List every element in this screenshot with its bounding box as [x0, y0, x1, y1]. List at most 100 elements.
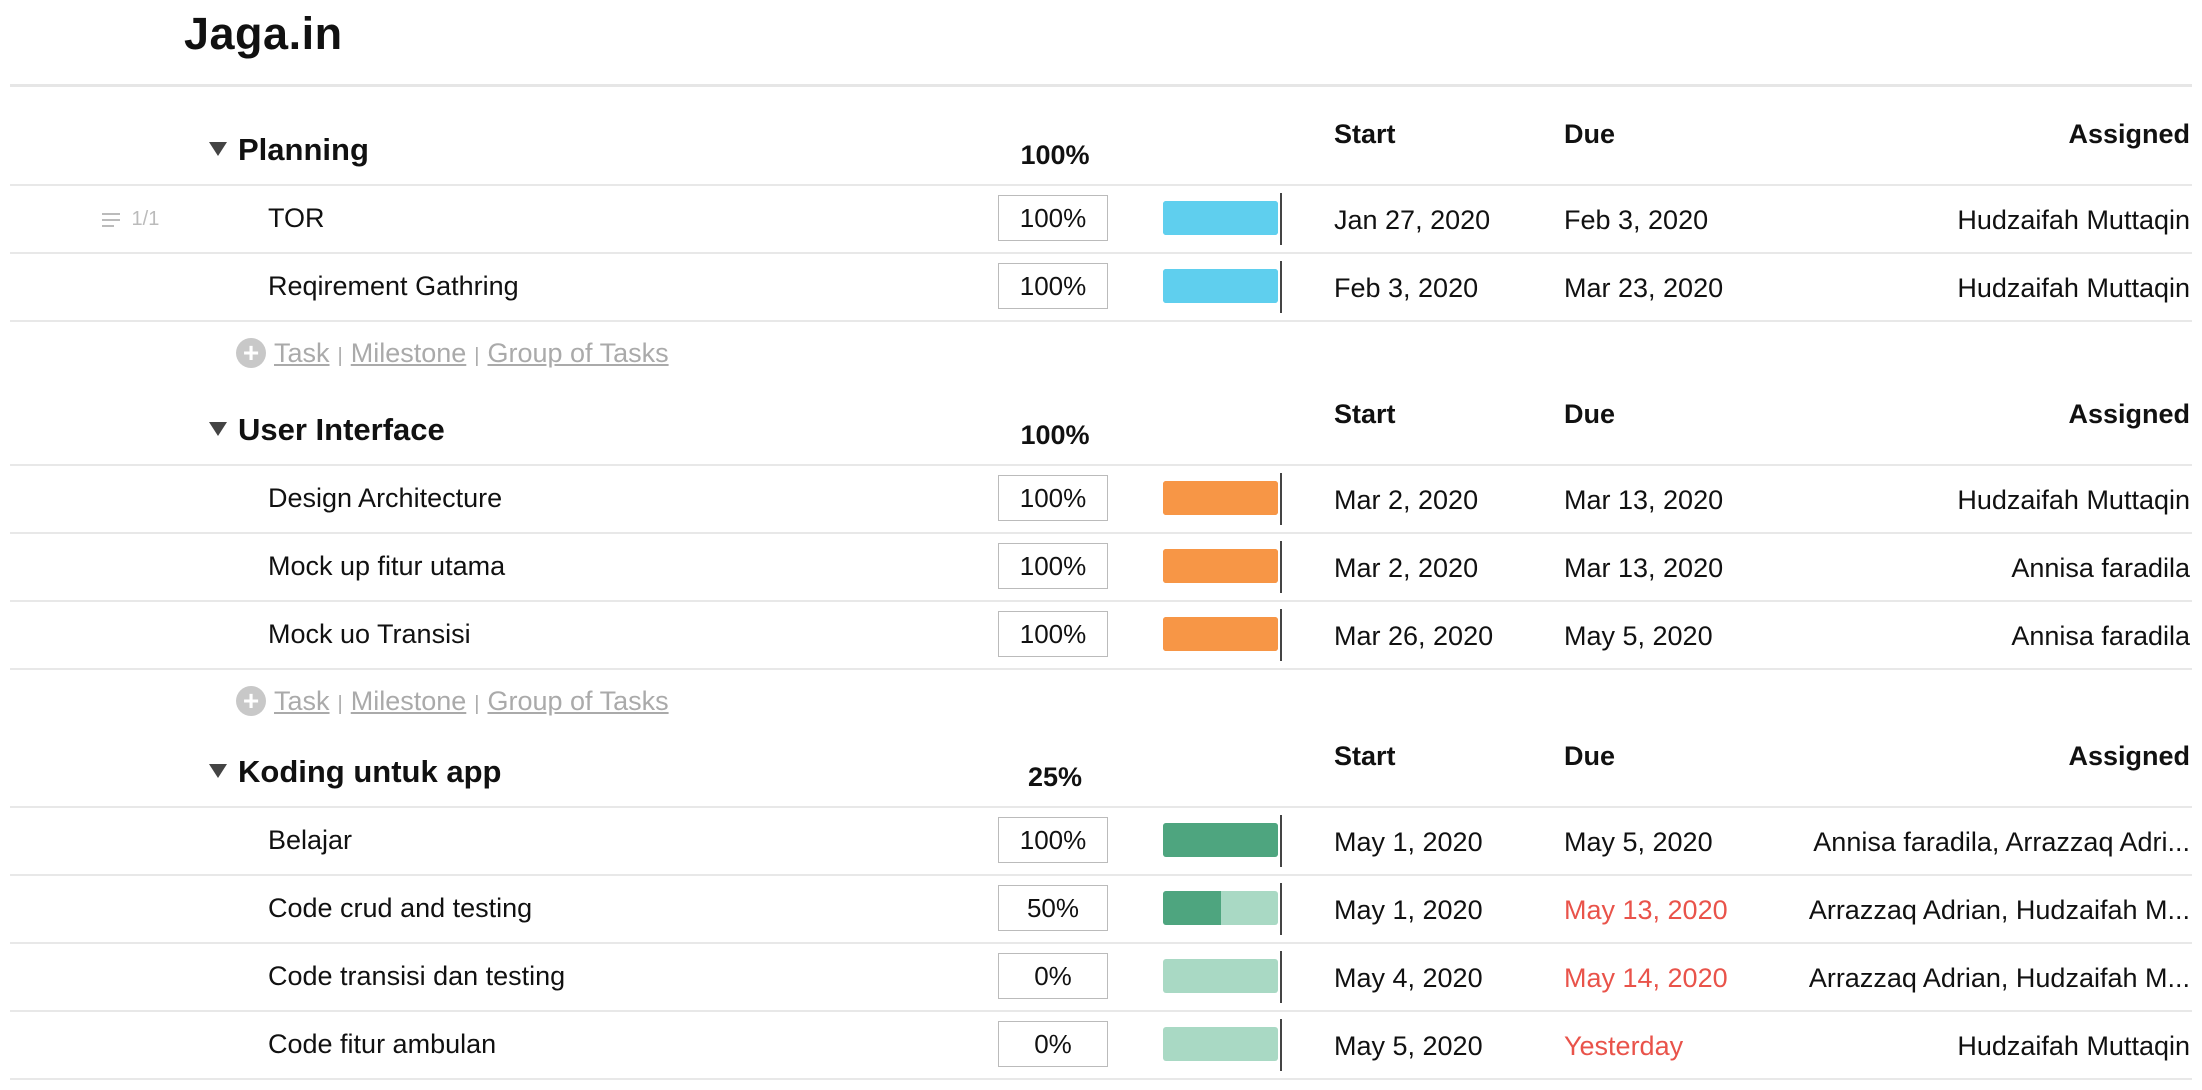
progress-bar: [1163, 481, 1278, 515]
column-header-start: Start: [1334, 741, 1396, 771]
task-row[interactable]: Design Architecture 100% Mar 2, 2020 Mar 13…: [10, 464, 2192, 532]
due-date[interactable]: May 5, 2020: [1564, 621, 1713, 652]
due-date[interactable]: Mar 13, 2020: [1564, 485, 1723, 516]
column-header-assigned: Assigned: [2068, 119, 2190, 149]
task-name[interactable]: Code fitur ambulan: [268, 1029, 496, 1060]
task-row[interactable]: Reqirement Gathring 100% Feb 3, 2020 Mar 23…: [10, 252, 2192, 322]
task-name[interactable]: Mock uo Transisi: [268, 619, 471, 650]
due-date[interactable]: May 5, 2020: [1564, 827, 1713, 858]
separator: |: [337, 693, 343, 715]
group-percent: 100%: [1020, 140, 1090, 170]
assignee[interactable]: Annisa faradila: [2011, 553, 2190, 584]
task-name[interactable]: Design Architecture: [268, 483, 502, 514]
add-task-link[interactable]: Task: [274, 338, 330, 368]
group-name[interactable]: Koding untuk app: [238, 754, 501, 790]
today-marker: [1280, 951, 1282, 1003]
progress-bar: [1163, 269, 1278, 303]
task-name[interactable]: Belajar: [268, 825, 352, 856]
task-row[interactable]: Code transisi dan testing 0% May 4, 2020 Ma…: [10, 942, 2192, 1010]
progress-bar: [1163, 891, 1278, 925]
assignee[interactable]: Hudzaifah Muttaqin: [1957, 205, 2190, 236]
task-name[interactable]: TOR: [268, 203, 325, 234]
start-date[interactable]: May 4, 2020: [1334, 963, 1483, 994]
percent-input[interactable]: 100%: [998, 543, 1108, 589]
assignee[interactable]: Arrazzaq Adrian, Hudzaifah M...: [1809, 895, 2190, 926]
start-date[interactable]: Mar 2, 2020: [1334, 553, 1478, 584]
add-group-link[interactable]: Group of Tasks: [488, 686, 669, 716]
today-marker: [1280, 541, 1282, 593]
start-date[interactable]: May 1, 2020: [1334, 895, 1483, 926]
today-marker: [1280, 883, 1282, 935]
group-name[interactable]: Planning: [238, 132, 369, 168]
collapse-caret-icon[interactable]: [209, 422, 227, 436]
title-divider: [10, 84, 2192, 87]
assignee[interactable]: Annisa faradila: [2011, 621, 2190, 652]
group-percent: 100%: [1020, 420, 1090, 450]
due-date[interactable]: Mar 13, 2020: [1564, 553, 1723, 584]
start-date[interactable]: Mar 26, 2020: [1334, 621, 1493, 652]
start-date[interactable]: Feb 3, 2020: [1334, 273, 1478, 304]
app-title: Jaga.in: [184, 8, 343, 59]
today-marker: [1280, 609, 1282, 661]
assignee[interactable]: Hudzaifah Muttaqin: [1957, 273, 2190, 304]
progress-bar: [1163, 823, 1278, 857]
percent-input[interactable]: 100%: [998, 263, 1108, 309]
task-row[interactable]: Mock up fitur utama 100% Mar 2, 2020 Mar 13…: [10, 532, 2192, 600]
task-name[interactable]: Code crud and testing: [268, 893, 532, 924]
percent-input[interactable]: 0%: [998, 953, 1108, 999]
percent-input[interactable]: 100%: [998, 475, 1108, 521]
assignee[interactable]: Hudzaifah Muttaqin: [1957, 1031, 2190, 1062]
task-row[interactable]: Code fitur ambulan 0% May 5, 2020 Yesterday…: [10, 1010, 2192, 1080]
today-marker: [1280, 815, 1282, 867]
checklist-icon: [102, 211, 126, 229]
add-plus-icon[interactable]: +: [236, 686, 266, 716]
collapse-caret-icon[interactable]: [209, 142, 227, 156]
add-task-link[interactable]: Task: [274, 686, 330, 716]
column-header-assigned: Assigned: [2068, 399, 2190, 429]
task-name[interactable]: Reqirement Gathring: [268, 271, 519, 302]
due-date[interactable]: May 13, 2020: [1564, 895, 1728, 926]
group-name[interactable]: User Interface: [238, 412, 445, 448]
task-row[interactable]: 1/1 TOR 100% Jan 27, 2020 Feb 3, 2020 Hudzaif…: [10, 184, 2192, 252]
due-date[interactable]: Mar 23, 2020: [1564, 273, 1723, 304]
task-name[interactable]: Code transisi dan testing: [268, 961, 565, 992]
due-date[interactable]: May 14, 2020: [1564, 963, 1728, 994]
add-plus-icon[interactable]: +: [236, 338, 266, 368]
progress-bar: [1163, 549, 1278, 583]
subtask-count: 1/1: [126, 208, 160, 230]
task-row[interactable]: Mock uo Transisi 100% Mar 26, 2020 May 5, 2…: [10, 600, 2192, 670]
assignee[interactable]: Hudzaifah Muttaqin: [1957, 485, 2190, 516]
task-row[interactable]: Code crud and testing 50% May 1, 2020 May 1…: [10, 874, 2192, 942]
add-milestone-link[interactable]: Milestone: [351, 338, 467, 368]
subtask-counter[interactable]: 1/1: [102, 208, 159, 231]
assignee[interactable]: Annisa faradila, Arrazzaq Adri...: [1813, 827, 2190, 858]
group-header: Koding untuk app 25% Start Due Assigned: [0, 722, 2202, 806]
due-date[interactable]: Yesterday: [1564, 1031, 1683, 1062]
add-group-link[interactable]: Group of Tasks: [488, 338, 669, 368]
due-date[interactable]: Feb 3, 2020: [1564, 205, 1708, 236]
percent-input[interactable]: 100%: [998, 195, 1108, 241]
percent-input[interactable]: 0%: [998, 1021, 1108, 1067]
start-date[interactable]: Jan 27, 2020: [1334, 205, 1490, 236]
today-marker: [1280, 193, 1282, 245]
start-date[interactable]: Mar 2, 2020: [1334, 485, 1478, 516]
assignee[interactable]: Arrazzaq Adrian, Hudzaifah M...: [1809, 963, 2190, 994]
progress-fill: [1163, 481, 1278, 515]
start-date[interactable]: May 1, 2020: [1334, 827, 1483, 858]
task-group: User Interface 100% Start Due Assigned Design…: [0, 380, 2202, 758]
add-milestone-link[interactable]: Milestone: [351, 686, 467, 716]
task-row[interactable]: Belajar 100% May 1, 2020 May 5, 2020 Annisa …: [10, 806, 2192, 874]
add-links: Task | Milestone | Group of Tasks: [274, 338, 669, 369]
start-date[interactable]: May 5, 2020: [1334, 1031, 1483, 1062]
group-header: User Interface 100% Start Due Assigned: [0, 380, 2202, 464]
today-marker: [1280, 1019, 1282, 1071]
column-header-due: Due: [1564, 119, 1616, 149]
task-name[interactable]: Mock up fitur utama: [268, 551, 505, 582]
progress-fill: [1163, 201, 1278, 235]
percent-input[interactable]: 100%: [998, 611, 1108, 657]
percent-input[interactable]: 100%: [998, 817, 1108, 863]
collapse-caret-icon[interactable]: [209, 764, 227, 778]
percent-input[interactable]: 50%: [998, 885, 1108, 931]
column-header-due: Due: [1564, 399, 1616, 429]
today-marker: [1280, 261, 1282, 313]
